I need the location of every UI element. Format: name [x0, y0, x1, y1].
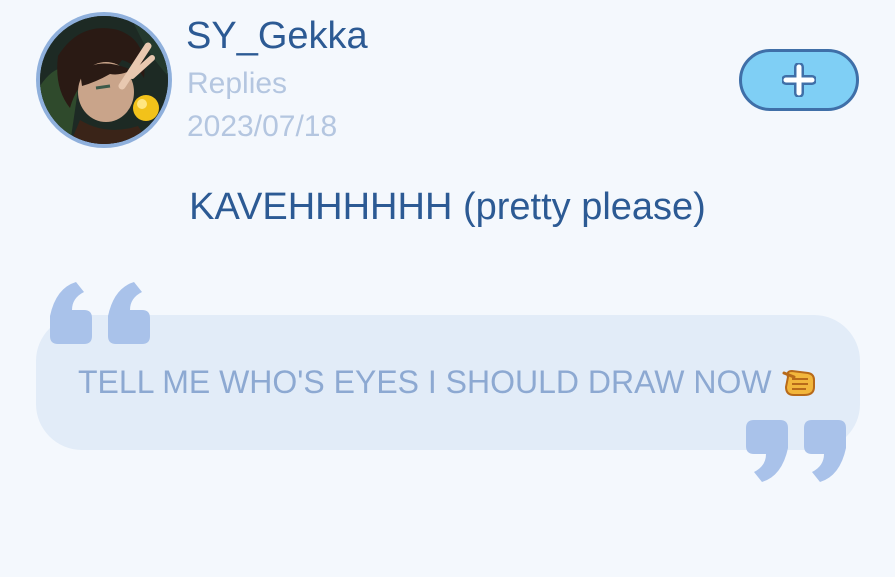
username[interactable]: SY_Gekka — [186, 14, 368, 58]
replies-label: Replies — [187, 67, 288, 100]
quote-text-content: TELL ME WHO'S EYES I SHOULD DRAW NOW — [78, 364, 772, 400]
open-quote-icon — [50, 282, 150, 344]
post-title: KAVEHHHHHH (pretty please) — [189, 186, 706, 228]
avatar[interactable] — [36, 12, 172, 148]
avatar-image — [40, 16, 168, 144]
plus-icon — [782, 63, 816, 97]
post-date: 2023/07/18 — [187, 110, 338, 143]
add-button[interactable] — [739, 49, 859, 111]
pointing-fist-emoji — [782, 366, 816, 406]
close-quote-icon — [746, 420, 846, 482]
quote-text: TELL ME WHO'S EYES I SHOULD DRAW NOW — [78, 362, 816, 406]
